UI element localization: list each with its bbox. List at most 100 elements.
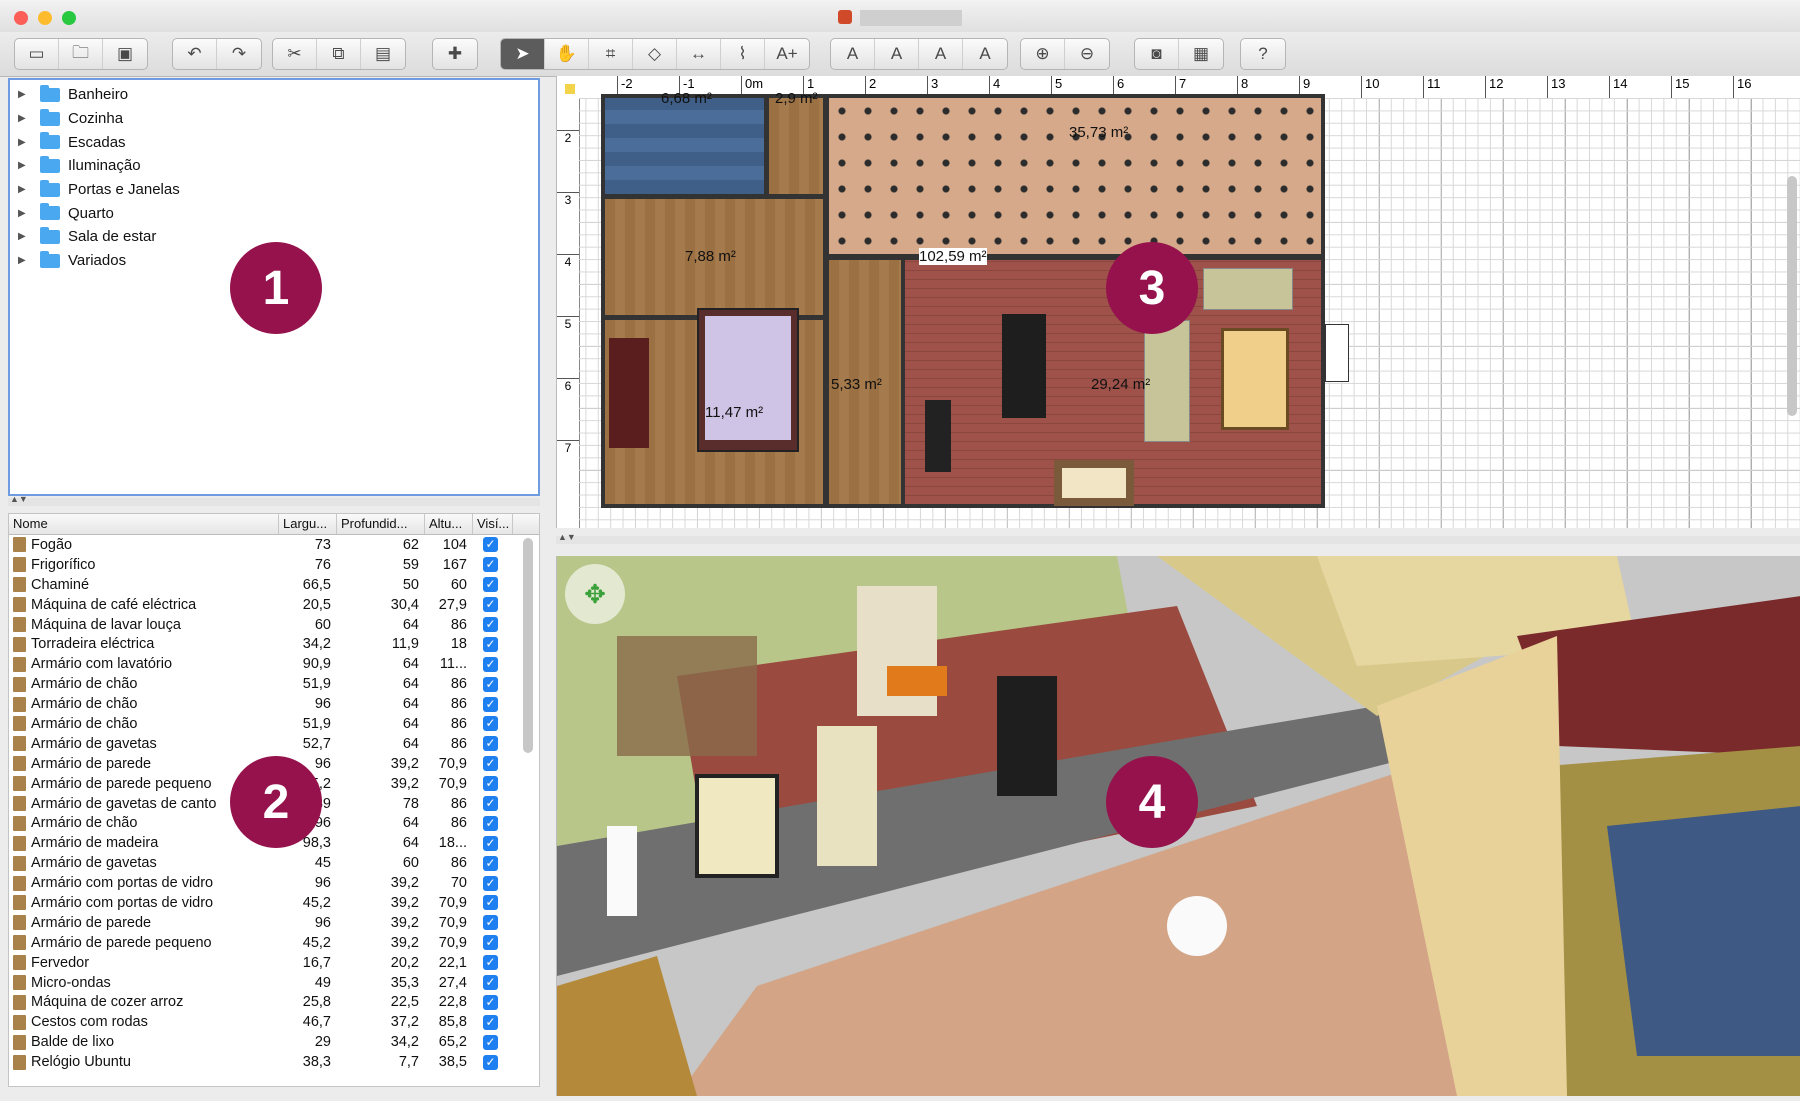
visible-checkbox[interactable]: ✓ (483, 756, 498, 772)
table-row[interactable]: Balde de lixo 29 34,2 65,2 ✓ (9, 1032, 539, 1052)
help-icon[interactable]: ? (1241, 39, 1285, 69)
close-window-button[interactable] (14, 11, 28, 25)
column-name[interactable]: Nome (9, 514, 279, 534)
increase-text-icon[interactable]: A (831, 39, 875, 69)
room-kitchen[interactable] (825, 94, 1325, 258)
column-depth[interactable]: Profundid... (337, 514, 425, 534)
new-icon[interactable]: ▭ (15, 39, 59, 69)
visible-checkbox[interactable]: ✓ (483, 716, 498, 732)
table-row[interactable]: Cestos com rodas 46,7 37,2 85,8 ✓ (9, 1012, 539, 1032)
visible-checkbox[interactable]: ✓ (483, 835, 498, 851)
visible-checkbox[interactable]: ✓ (483, 676, 498, 692)
table-row[interactable]: Armário de chão 51,9 64 86 ✓ (9, 674, 539, 694)
table-row[interactable]: Micro-ondas 49 35,3 27,4 ✓ (9, 973, 539, 993)
sofa-small[interactable] (1203, 268, 1293, 310)
navigation-arrows-icon[interactable]: ✥ (565, 564, 625, 624)
fireplace[interactable] (1054, 460, 1134, 506)
table-row[interactable]: Armário com portas de vidro 96 39,2 70 ✓ (9, 873, 539, 893)
visible-checkbox[interactable]: ✓ (483, 736, 498, 752)
paste-icon[interactable]: ▤ (361, 39, 405, 69)
room-wc[interactable] (765, 94, 827, 198)
visible-checkbox[interactable]: ✓ (483, 815, 498, 831)
visible-checkbox[interactable]: ✓ (483, 855, 498, 871)
visible-checkbox[interactable]: ✓ (483, 1034, 498, 1050)
expand-arrow-icon[interactable]: ▶ (18, 160, 34, 171)
visible-checkbox[interactable]: ✓ (483, 537, 498, 553)
catalog-category[interactable]: ▶ Escadas (10, 130, 538, 154)
decrease-text-icon[interactable]: A (875, 39, 919, 69)
expand-arrow-icon[interactable]: ▶ (18, 208, 34, 219)
column-width[interactable]: Largu... (279, 514, 337, 534)
create-video-icon[interactable]: ▦ (1179, 39, 1223, 69)
table-row[interactable]: Armário de parede 96 39,2 70,9 ✓ (9, 913, 539, 933)
visible-checkbox[interactable]: ✓ (483, 656, 498, 672)
create-photo-icon[interactable]: ◙ (1135, 39, 1179, 69)
visible-checkbox[interactable]: ✓ (483, 1014, 498, 1030)
sofa[interactable] (1144, 320, 1190, 442)
column-height[interactable]: Altu... (425, 514, 473, 534)
table-row[interactable]: Armário de chão 51,9 64 86 ✓ (9, 714, 539, 734)
table-row[interactable]: Armário de parede pequeno 45,2 39,2 70,9 ✓ (9, 933, 539, 953)
table-row[interactable]: Armário com lavatório 90,9 64 11... ✓ (9, 654, 539, 674)
visible-checkbox[interactable]: ✓ (483, 1054, 498, 1070)
visible-checkbox[interactable]: ✓ (483, 636, 498, 652)
create-rooms-icon[interactable]: ◇ (633, 39, 677, 69)
visible-checkbox[interactable]: ✓ (483, 577, 498, 593)
catalog-category[interactable]: ▶ Quarto (10, 201, 538, 225)
expand-arrow-icon[interactable]: ▶ (18, 231, 34, 242)
zoom-in-icon[interactable]: ⊕ (1021, 39, 1065, 69)
expand-arrow-icon[interactable]: ▶ (18, 113, 34, 124)
expand-arrow-icon[interactable]: ▶ (18, 184, 34, 195)
create-polylines-icon[interactable]: ⌇ (721, 39, 765, 69)
catalog-category[interactable]: ▶ Cozinha (10, 107, 538, 131)
table-row[interactable]: Máquina de lavar louça 60 64 86 ✓ (9, 615, 539, 635)
open-icon[interactable]: 🗀 (59, 39, 103, 69)
redo-icon[interactable]: ↷ (217, 39, 261, 69)
zoom-window-button[interactable] (62, 11, 76, 25)
catalog-category[interactable]: ▶ Iluminação (10, 154, 538, 178)
visible-checkbox[interactable]: ✓ (483, 935, 498, 951)
table-row[interactable]: Chaminé 66,5 50 60 ✓ (9, 575, 539, 595)
catalog-splitter[interactable]: ▲▼ (8, 494, 540, 506)
table-row[interactable]: Fervedor 16,7 20,2 22,1 ✓ (9, 953, 539, 973)
bed[interactable] (697, 308, 799, 452)
catalog-category[interactable]: ▶ Portas e Janelas (10, 178, 538, 202)
table-row[interactable]: Relógio Ubuntu 38,3 7,7 38,5 ✓ (9, 1052, 539, 1072)
table-row[interactable]: Frigorífico 76 59 167 ✓ (9, 555, 539, 575)
create-dimensions-icon[interactable]: ↔ (677, 39, 721, 69)
table-scrollbar[interactable] (523, 538, 533, 753)
dresser[interactable] (609, 338, 649, 448)
copy-icon[interactable]: ⧉ (317, 39, 361, 69)
undo-icon[interactable]: ↶ (173, 39, 217, 69)
cabinet[interactable] (925, 400, 951, 472)
cut-icon[interactable]: ✂ (273, 39, 317, 69)
select-icon[interactable]: ➤ (501, 39, 545, 69)
expand-arrow-icon[interactable]: ▶ (18, 89, 34, 100)
zoom-out-icon[interactable]: ⊖ (1065, 39, 1109, 69)
add-text-icon[interactable]: A+ (765, 39, 809, 69)
table-row[interactable]: Fogão 73 62 104 ✓ (9, 535, 539, 555)
visible-checkbox[interactable]: ✓ (483, 617, 498, 632)
table-row[interactable]: Armário com portas de vidro 45,2 39,2 70,9 ✓ (9, 893, 539, 913)
visible-checkbox[interactable]: ✓ (483, 994, 498, 1010)
table-row[interactable]: Armário de gavetas 52,7 64 86 ✓ (9, 734, 539, 754)
plan-scrollbar[interactable] (1787, 176, 1797, 416)
visible-checkbox[interactable]: ✓ (483, 955, 498, 971)
column-visible[interactable]: Visí... (473, 514, 513, 534)
minimize-window-button[interactable] (38, 11, 52, 25)
create-walls-icon[interactable]: ⌗ (589, 39, 633, 69)
tv[interactable] (1325, 324, 1349, 382)
table-row[interactable]: Armário de gavetas 45 60 86 ✓ (9, 853, 539, 873)
visible-checkbox[interactable]: ✓ (483, 895, 498, 911)
pan-icon[interactable]: ✋ (545, 39, 589, 69)
visible-checkbox[interactable]: ✓ (483, 776, 498, 792)
catalog-category[interactable]: ▶ Banheiro (10, 83, 538, 107)
visible-checkbox[interactable]: ✓ (483, 975, 498, 991)
expand-arrow-icon[interactable]: ▶ (18, 137, 34, 148)
table-row[interactable]: Armário de chão 96 64 86 ✓ (9, 694, 539, 714)
views-splitter[interactable]: ▲▼ (556, 532, 1800, 544)
save-icon[interactable]: ▣ (103, 39, 147, 69)
table-row[interactable]: Máquina de cozer arroz 25,8 22,5 22,8 ✓ (9, 992, 539, 1012)
italic-text-icon[interactable]: A (963, 39, 1007, 69)
table-row[interactable]: Torradeira eléctrica 34,2 11,9 18 ✓ (9, 634, 539, 654)
